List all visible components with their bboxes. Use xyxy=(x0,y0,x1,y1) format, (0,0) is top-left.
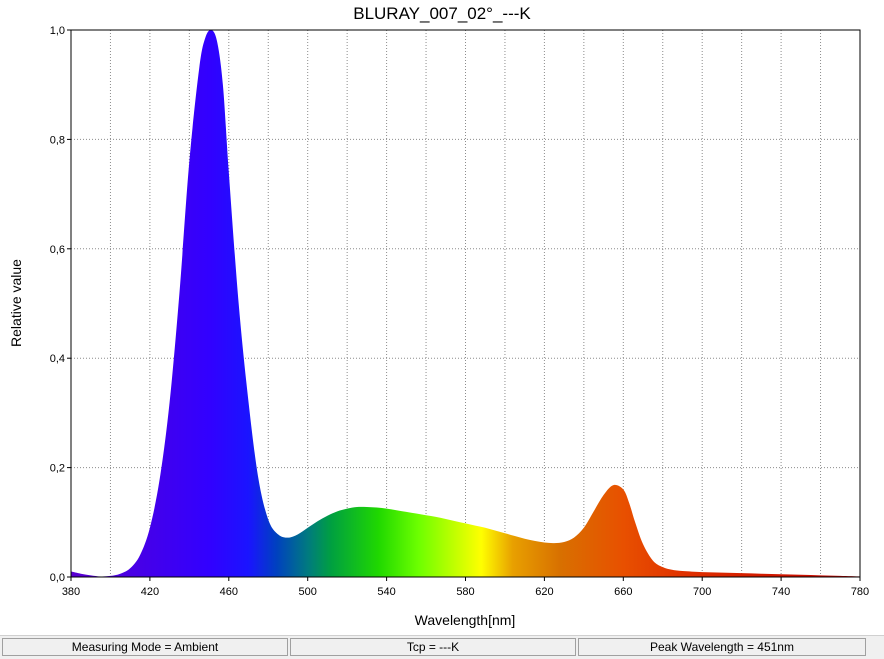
status-measuring-mode: Measuring Mode = Ambient xyxy=(2,638,288,656)
y-tick-label: 0,4 xyxy=(50,353,65,365)
x-tick-label: 500 xyxy=(299,586,317,598)
status-tcp: Tcp = ---K xyxy=(290,638,576,656)
x-tick-label: 380 xyxy=(62,586,80,598)
x-tick-label: 780 xyxy=(851,586,869,598)
x-tick-label: 540 xyxy=(377,586,395,598)
x-tick-label: 420 xyxy=(141,586,159,598)
y-tick-label: 0,6 xyxy=(50,244,65,256)
x-tick-label: 460 xyxy=(220,586,238,598)
x-tick-label: 740 xyxy=(772,586,790,598)
chart-title: BLURAY_007_02°_---K xyxy=(353,4,531,23)
y-tick-label: 0,2 xyxy=(50,463,65,475)
spectrum-window: 380 420 460 500 540 580 620 660 700 740 780 0,0 0,2 0… xyxy=(0,0,884,659)
x-axis-label: Wavelength[nm] xyxy=(415,612,516,628)
x-tick-label: 580 xyxy=(456,586,474,598)
y-tick-label: 1,0 xyxy=(50,25,65,37)
x-tick-label: 700 xyxy=(693,586,711,598)
status-peak-wavelength: Peak Wavelength = 451nm xyxy=(578,638,866,656)
y-axis-label: Relative value xyxy=(8,259,24,347)
status-bar: Measuring Mode = Ambient Tcp = ---K Peak… xyxy=(0,635,884,659)
x-tick-label: 660 xyxy=(614,586,632,598)
y-tick-label: 0,0 xyxy=(50,572,65,584)
spectrum-chart: 380 420 460 500 540 580 620 660 700 740 780 0,0 0,2 0… xyxy=(8,4,869,628)
y-tick-label: 0,8 xyxy=(50,134,65,146)
x-tick-label: 620 xyxy=(535,586,553,598)
